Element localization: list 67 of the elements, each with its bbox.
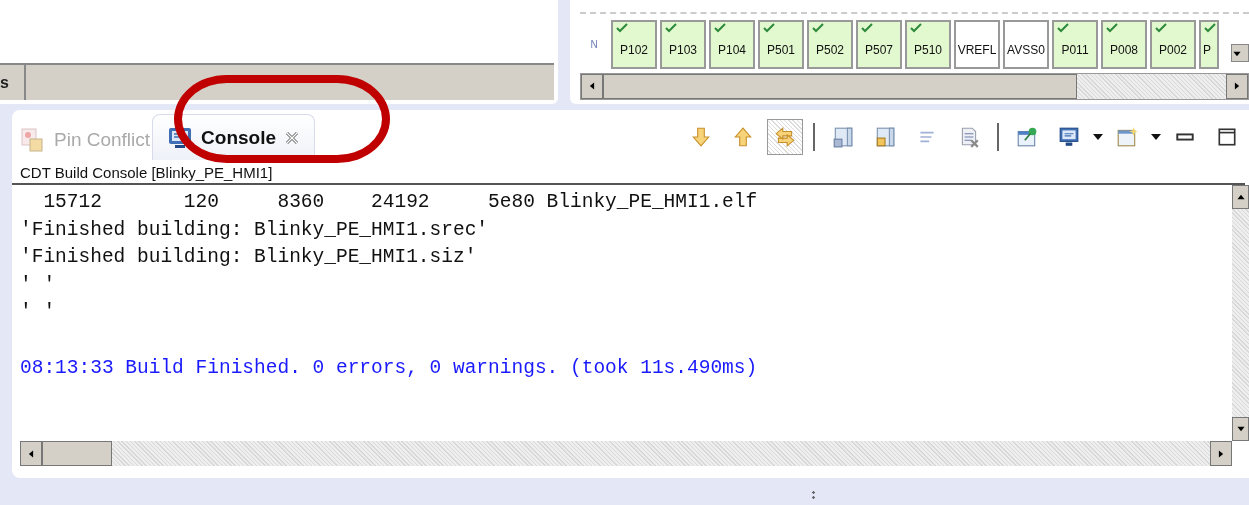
pin-cell[interactable]: P502 <box>807 20 853 69</box>
arrow-up-icon <box>1235 192 1246 202</box>
scroll-thumb[interactable] <box>603 73 1077 99</box>
console-line: 'Finished building: Blinky_PE_HMI1.srec' <box>20 217 490 243</box>
pin-cell[interactable]: P510 <box>905 20 951 69</box>
arrow-right-icon <box>1216 448 1226 459</box>
check-icon <box>1204 23 1216 33</box>
console-line: ' ' <box>20 272 57 298</box>
scroll-up-button[interactable] <box>1232 185 1249 209</box>
vertical-scrollbar[interactable] <box>1232 185 1249 441</box>
maximize-icon <box>1216 126 1238 148</box>
pin-cell[interactable]: AVSS0 <box>1003 20 1049 69</box>
check-icon <box>616 23 628 33</box>
check-icon <box>1106 23 1118 33</box>
arrow-left-icon <box>26 448 36 459</box>
scroll-left-button[interactable] <box>581 73 603 99</box>
status-line: 08:13:33 Build Finished. 0 errors, 0 warnings. (took 11s.490ms) <box>20 355 759 381</box>
scroll-thumb[interactable] <box>42 441 112 466</box>
check-icon <box>763 23 775 33</box>
pin-cell[interactable]: P002 <box>1150 20 1196 69</box>
pin-cell[interactable]: VREFL <box>954 20 1000 69</box>
check-icon <box>861 23 873 33</box>
check-icon <box>665 23 677 33</box>
horizontal-scrollbar[interactable] <box>580 72 1249 100</box>
check-icon <box>910 23 922 33</box>
minimize-icon <box>1176 133 1194 141</box>
pin-cell[interactable]: P507 <box>856 20 902 69</box>
tab-label[interactable]: s <box>0 65 26 100</box>
pin-cell[interactable]: P011 <box>1052 20 1098 69</box>
grip-icon[interactable] <box>812 490 815 500</box>
pin-cell[interactable]: P104 <box>709 20 755 69</box>
check-icon <box>812 23 824 33</box>
check-icon <box>1155 23 1167 33</box>
arrow-right-icon <box>1232 81 1242 92</box>
arrow-left-icon <box>587 81 597 92</box>
console-line: 15712 120 8360 24192 5e80 Blinky_PE_HMI1.elf <box>42 190 759 215</box>
arrow-down-icon <box>1235 424 1246 434</box>
pin-cell[interactable]: P103 <box>660 20 706 69</box>
chip-icon <box>20 127 46 153</box>
arrow-down-icon <box>690 126 712 148</box>
panel-lock-icon <box>874 126 896 148</box>
pin-window-icon <box>1016 126 1038 148</box>
caret-icon[interactable] <box>1093 133 1103 141</box>
horizontal-scrollbar[interactable] <box>20 441 1232 466</box>
caret-icon[interactable] <box>1151 133 1161 141</box>
scroll-down-button[interactable] <box>1232 417 1249 441</box>
check-icon <box>714 23 726 33</box>
pin-cell[interactable]: P102 <box>611 20 657 69</box>
arrow-down-icon <box>1232 49 1242 59</box>
row-label: N <box>589 37 599 52</box>
pin-cell[interactable]: P008 <box>1101 20 1147 69</box>
swap-arrows-icon <box>774 126 796 148</box>
arrow-up-icon <box>732 126 754 148</box>
check-icon <box>1057 23 1069 33</box>
console-title: CDT Build Console [Blinky_PE_HMI1] <box>12 160 1245 185</box>
close-icon[interactable] <box>284 129 301 146</box>
monitor-icon <box>1058 126 1080 148</box>
scroll-right-button[interactable] <box>1226 73 1248 99</box>
scroll-down-button[interactable] <box>1231 44 1249 62</box>
console-line: ' ' <box>20 300 57 325</box>
scroll-left-button[interactable] <box>20 441 42 466</box>
panel-save-icon <box>832 126 854 148</box>
pin-cell[interactable]: P501 <box>758 20 804 69</box>
scroll-right-button[interactable] <box>1210 441 1232 466</box>
console-line: 'Finished building: Blinky_PE_HMI1.siz' <box>20 245 478 270</box>
pin-cell[interactable]: P <box>1199 20 1219 69</box>
new-window-icon <box>1116 126 1138 148</box>
